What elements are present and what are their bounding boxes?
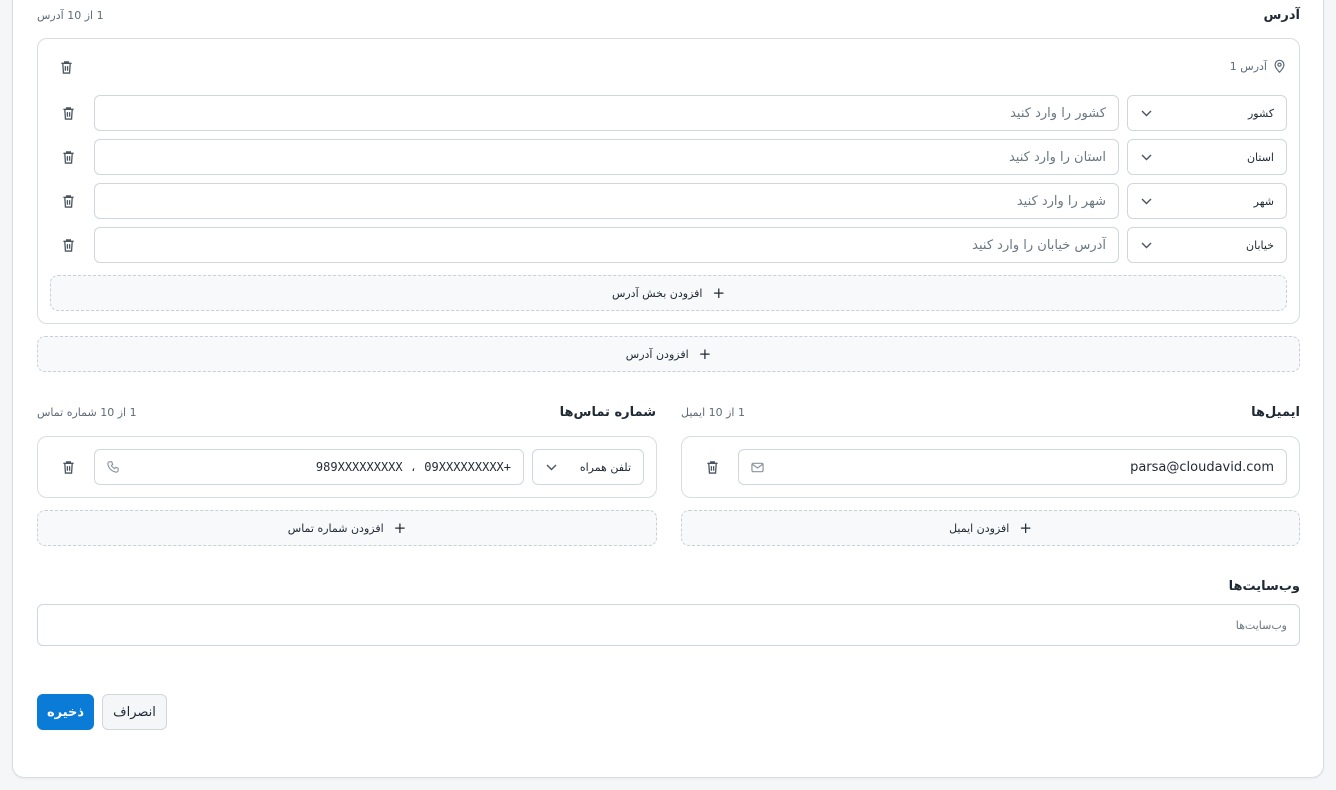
plus-icon: + [1019,518,1032,537]
trash-icon[interactable] [60,459,76,475]
emails-section-title: ایمیل‌ها [1251,405,1300,420]
address-value-input[interactable]: شهر را وارد کنید [94,183,1119,219]
emails-count: 1 از 10 ایمیل [681,406,745,419]
chevron-down-icon [545,461,557,473]
plus-icon: + [698,344,712,363]
address-value-placeholder: شهر را وارد کنید [1016,193,1106,209]
mail-icon [751,462,764,473]
location-pin-icon [1273,59,1286,73]
phones-section-title: شماره تماس‌ها [559,405,656,420]
address-value-input[interactable]: آدرس خیابان را وارد کنید [94,227,1119,263]
email-value: parsa@cloudavid.com [1130,459,1274,475]
phone-icon [107,461,119,473]
trash-icon[interactable] [60,193,76,209]
address-count: 1 از 10 آدرس [37,9,104,22]
trash-icon[interactable] [60,149,76,165]
plus-icon: + [712,283,726,302]
address-item-label: آدرس 1 [1229,59,1267,73]
add-email-button[interactable]: + افزودن ایمیل [681,510,1300,546]
address-value-placeholder: کشور را وارد کنید [1010,105,1106,121]
email-input[interactable]: parsa@cloudavid.com [738,449,1287,485]
trash-icon[interactable] [60,237,76,253]
address-type-label: خیابان [1246,238,1274,252]
save-button[interactable]: ذخیره [37,694,94,730]
cancel-button[interactable]: انصراف [102,694,167,730]
address-type-label: کشور [1247,106,1274,120]
add-phone-button[interactable]: + افزودن شماره تماس [37,510,657,546]
address-type-label: شهر [1253,194,1274,208]
chevron-down-icon [1140,195,1152,207]
phone-type-label: تلفن همراه [579,460,631,474]
chevron-down-icon [1140,151,1152,163]
address-value-placeholder: استان را وارد کنید [1008,149,1106,165]
add-phone-label: افزودن شماره تماس [287,521,384,535]
chevron-down-icon [1140,107,1152,119]
add-address-part-label: افزودن بخش آدرس [611,286,703,300]
address-value-input[interactable]: کشور را وارد کنید [94,95,1119,131]
websites-input[interactable]: وب‌سایت‌ها [37,604,1300,646]
add-email-label: افزودن ایمیل [949,521,1010,535]
address-type-select[interactable]: خیابان [1127,227,1287,263]
address-type-label: استان [1246,150,1274,164]
websites-section-title: وب‌سایت‌ها [1228,579,1300,594]
address-type-select[interactable]: استان [1127,139,1287,175]
plus-icon: + [393,518,407,537]
add-address-part-button[interactable]: + افزودن بخش آدرس [50,275,1287,311]
phone-value: +989XXXXXXXXX ، 09XXXXXXXXX [315,460,511,474]
phone-input[interactable]: +989XXXXXXXXX ، 09XXXXXXXXX [94,449,524,485]
address-value-placeholder: آدرس خیابان را وارد کنید [972,237,1106,253]
add-address-label: افزودن آدرس [625,347,689,361]
trash-icon[interactable] [58,59,74,75]
websites-placeholder: وب‌سایت‌ها [1235,618,1287,632]
trash-icon[interactable] [60,105,76,121]
address-section-title: آدرس [1263,8,1300,23]
address-value-input[interactable]: استان را وارد کنید [94,139,1119,175]
trash-icon[interactable] [704,459,720,475]
address-type-select[interactable]: کشور [1127,95,1287,131]
chevron-down-icon [1140,239,1152,251]
address-type-select[interactable]: شهر [1127,183,1287,219]
phone-type-select[interactable]: تلفن همراه [532,449,644,485]
add-address-button[interactable]: + افزودن آدرس [37,336,1300,372]
address-item-header: آدرس 1 [1230,59,1286,73]
phones-count: 1 از 10 شماره تماس [37,406,137,419]
